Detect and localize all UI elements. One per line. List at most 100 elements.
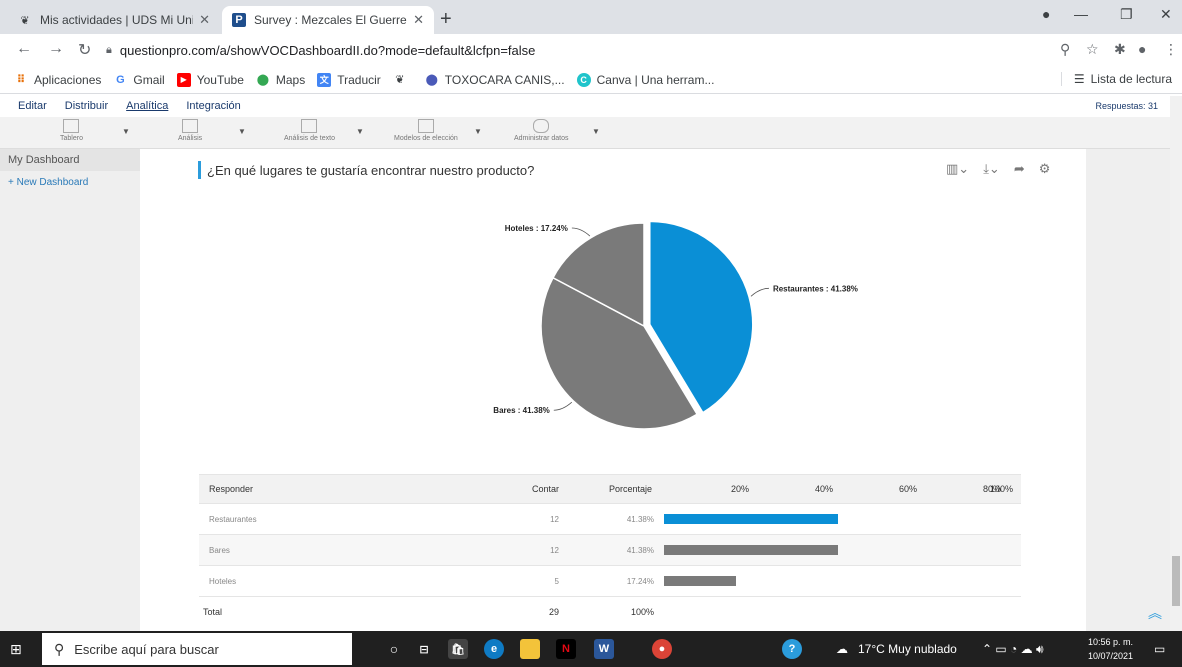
taskbar-search[interactable]: ⚲ Escribe aquí para buscar — [42, 633, 352, 665]
puzzle-icon[interactable]: ✱ — [1114, 41, 1126, 58]
reading-list-button[interactable]: ☰ Lista de lectura — [1060, 72, 1172, 86]
settings-icon[interactable]: ⚙ — [1039, 161, 1051, 177]
menu-integracion[interactable]: Integración — [186, 100, 240, 112]
tick-20: 20% — [730, 484, 749, 494]
system-clock[interactable]: 10:56 p. m. 10/07/2021 — [1088, 635, 1133, 663]
menu-icon[interactable]: ⋮ — [1164, 41, 1178, 58]
row-count: 12 — [550, 514, 559, 524]
help-icon[interactable]: ? — [782, 639, 802, 659]
bookmark-toxocara[interactable]: ⬤ TOXOCARA CANIS,... — [425, 73, 565, 87]
reload-icon[interactable]: ↻ — [78, 40, 91, 60]
text-analysis-icon — [301, 119, 318, 133]
total-label: Total — [203, 607, 223, 617]
menu-distribuir[interactable]: Distribuir — [65, 100, 108, 112]
bookmarks-bar: ⠿ Aplicaciones G Gmail ▶ YouTube ⬤ Maps 文 Tra… — [0, 66, 1182, 94]
store-icon[interactable]: 🛍︎ — [448, 639, 468, 659]
row-percent: 41.38% — [626, 514, 654, 524]
tick-60: 60% — [898, 484, 917, 494]
close-tab-icon[interactable]: ✕ — [199, 12, 210, 28]
leader-line — [571, 227, 591, 237]
maps-pin-icon: ⬤ — [256, 74, 270, 86]
chevron-down-icon[interactable]: ▼ — [122, 127, 130, 136]
chevron-down-icon[interactable]: ▼ — [592, 127, 600, 136]
back-icon[interactable]: ← — [16, 40, 32, 58]
weather-icon[interactable]: ☁ — [836, 642, 848, 656]
netflix-icon[interactable]: N — [556, 639, 576, 659]
share-icon[interactable]: ➦ — [1014, 161, 1025, 177]
bookmark-traducir[interactable]: 文 Traducir — [317, 72, 381, 87]
tool-modelos-eleccion[interactable]: Modelos de elección — [394, 119, 458, 142]
maximize-icon[interactable]: ❐ — [1120, 6, 1133, 23]
bar-bares — [664, 545, 838, 555]
weather-text[interactable]: 17°C Muy nublado — [858, 642, 957, 656]
close-window-icon[interactable]: ✕ — [1160, 6, 1172, 23]
leader-line — [750, 287, 769, 297]
total-percent: 100% — [630, 607, 654, 617]
analysis-icon — [182, 119, 199, 133]
uds-favicon-icon: ❦ — [20, 14, 30, 27]
tab-survey[interactable]: P Survey : Mezcales El Guerrerense ✕ — [222, 6, 434, 34]
notification-icon[interactable]: ▭ — [1154, 642, 1165, 656]
pie-chart: Restaurantes : 41.38% Bares : 41.38% Hotel… — [493, 220, 858, 430]
bookmark-uds[interactable]: ❦ — [393, 73, 413, 87]
bookmark-gmail[interactable]: G Gmail — [113, 73, 165, 87]
results-table: Responder Contar Porcentaje 20% 40% 60% … — [199, 474, 1021, 627]
windows-start-icon[interactable]: ⊞ — [10, 641, 22, 658]
tab-title: Mis actividades | UDS Mi Univers — [40, 13, 194, 27]
task-view-icon[interactable]: ⊟ — [414, 639, 434, 659]
chart-type-icon[interactable]: ▥⌄ — [946, 161, 969, 177]
tab-title: Survey : Mezcales El Guerrerense — [254, 13, 407, 27]
responses-count[interactable]: Respuestas: 31 — [1095, 101, 1158, 111]
right-gutter — [1086, 149, 1170, 631]
bar-hoteles — [664, 576, 737, 586]
tab-mis-actividades[interactable]: ❦ Mis actividades | UDS Mi Univers ✕ — [8, 6, 220, 34]
row-count: 5 — [554, 576, 559, 586]
profile-dot-icon[interactable]: ● — [1042, 6, 1050, 22]
bookmark-youtube[interactable]: ▶ YouTube — [176, 72, 244, 87]
minimize-icon[interactable]: — — [1074, 6, 1088, 22]
cortana-icon[interactable]: ○ — [384, 639, 404, 659]
bookmark-canva[interactable]: C Canva | Una herram... — [576, 72, 714, 87]
sidebar-item-my-dashboard[interactable]: My Dashboard — [0, 149, 140, 171]
chevron-down-icon[interactable]: ▼ — [474, 127, 482, 136]
star-icon[interactable]: ☆ — [1086, 41, 1099, 58]
new-tab-button[interactable]: + — [440, 8, 452, 31]
page-scrollbar[interactable] — [1170, 96, 1182, 631]
download-icon[interactable]: ⤓⌄ — [983, 161, 1000, 177]
scrollbar-thumb[interactable] — [1172, 556, 1180, 606]
chevron-down-icon[interactable]: ▼ — [238, 127, 246, 136]
app-menu-bar: Editar Distribuir Analítica Integración … — [0, 96, 1170, 116]
zoom-icon[interactable]: ⚲ — [1060, 41, 1070, 58]
close-tab-icon[interactable]: ✕ — [413, 12, 424, 28]
forward-icon[interactable]: → — [48, 40, 64, 58]
address-bar[interactable]: 🔒︎ questionpro.com/a/showVOCDashboardII.… — [106, 38, 1046, 62]
menu-analitica[interactable]: Analítica — [126, 100, 168, 112]
bar-track — [664, 545, 1084, 555]
tick-40: 40% — [814, 484, 833, 494]
tool-analisis-texto[interactable]: Análisis de texto — [284, 119, 335, 142]
menu-editar[interactable]: Editar — [18, 100, 47, 112]
apps-grid-icon: ⠿ — [16, 74, 26, 86]
chevron-down-icon[interactable]: ▼ — [356, 127, 364, 136]
youtube-icon: ▶ — [176, 72, 191, 87]
new-dashboard-link[interactable]: + New Dashboard — [0, 171, 140, 193]
profile-icon[interactable]: ● — [1138, 41, 1146, 57]
chrome-icon[interactable]: ● — [652, 639, 672, 659]
word-icon[interactable]: W — [594, 639, 614, 659]
google-icon: G — [116, 73, 125, 86]
scroll-to-top-icon[interactable]: ︽ — [1148, 603, 1162, 623]
edge-icon[interactable]: e — [484, 639, 504, 659]
bar-track — [664, 514, 1084, 524]
row-label: Restaurantes — [209, 514, 257, 524]
reading-list-icon: ☰ — [1073, 72, 1085, 86]
tool-tablero[interactable]: Tablero — [60, 119, 83, 142]
bar-restaurantes — [664, 514, 838, 524]
tool-administrar-datos[interactable]: Administrar datos — [514, 119, 568, 142]
bookmark-maps[interactable]: ⬤ Maps — [256, 73, 306, 87]
url-text: questionpro.com/a/showVOCDashboardII.do?… — [119, 42, 536, 58]
tool-analisis[interactable]: Análisis — [178, 119, 202, 142]
file-explorer-icon[interactable] — [520, 639, 540, 659]
bookmark-apps[interactable]: ⠿ Aplicaciones — [14, 73, 102, 87]
tray-icons[interactable]: ⌃ ▭ ◔ ☁ 🔊︎ — [982, 642, 1044, 657]
pie-label-bares: Bares : 41.38% — [493, 406, 549, 415]
